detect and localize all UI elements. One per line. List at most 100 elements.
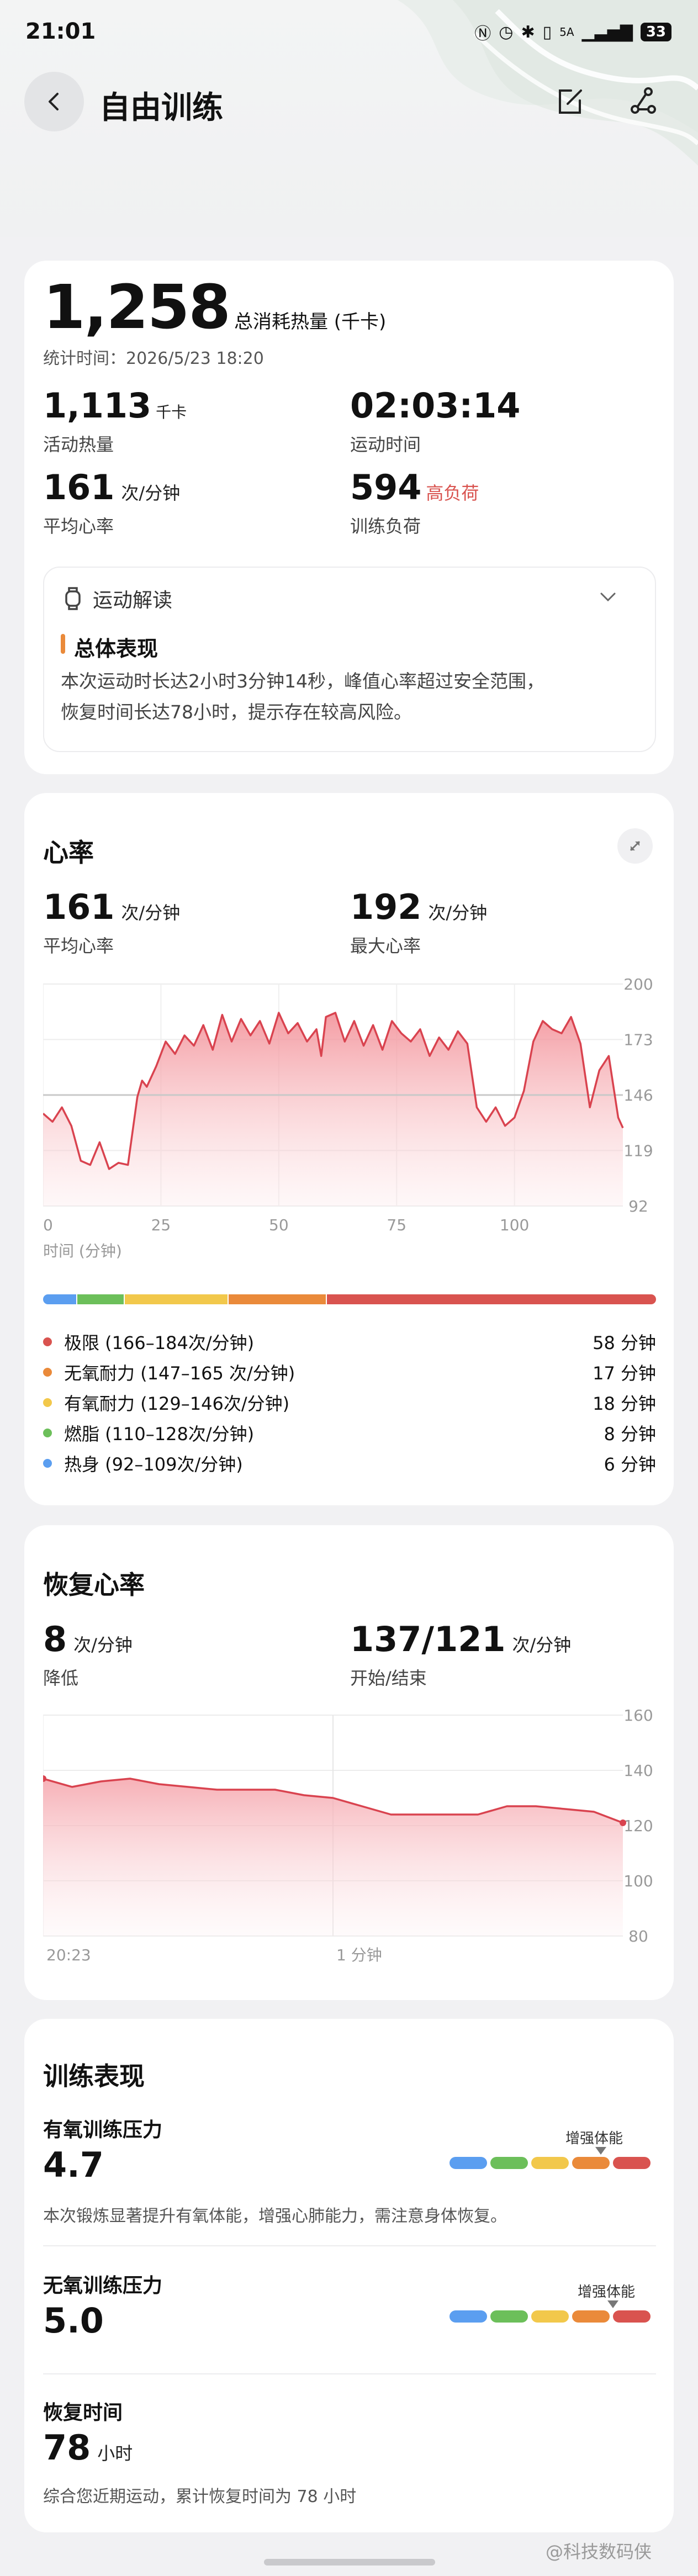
hr-max-unit: 次/分钟 (428, 902, 488, 923)
active-calories-label: 活动热量 (43, 434, 114, 455)
chevron-down-icon[interactable] (600, 592, 616, 603)
zone-bar-aerobic (125, 1294, 228, 1304)
zone-row-fatburn: 燃脂 (110–128次/分钟) 8 分钟 (43, 1417, 656, 1448)
total-calories-label: 总消耗热量 (千卡) (234, 311, 387, 333)
recovery-time: 78 小时 (43, 2427, 133, 2468)
zone-row-warmup: 热身 (92–109次/分钟) 6 分钟 (43, 1448, 656, 1478)
zone-name-fatburn: 燃脂 (110–128次/分钟) (64, 1423, 255, 1445)
hr-y-tick-label: 92 (628, 1197, 648, 1215)
recovery-drop-label: 降低 (43, 1668, 79, 1689)
stat-time: 统计时间：2026/5/23 18:20 (43, 349, 264, 368)
insight-header: 运动解读 (63, 584, 172, 613)
hr-x-tick-label: 75 (387, 1216, 406, 1234)
zone-bar-warmup (43, 1294, 76, 1304)
share-route-button[interactable] (614, 72, 674, 131)
zone-bar-fatburn (77, 1294, 124, 1304)
recovery-drop-value: 8 (43, 1619, 67, 1659)
hr-area (43, 1013, 623, 1206)
anaerobic-scale-5 (613, 2310, 651, 2323)
anaerobic-marker-icon (607, 2300, 618, 2308)
active-calories-value: 1,113 (43, 385, 152, 426)
hr-y-tick-label: 173 (623, 1031, 653, 1049)
hr-y-tick-label: 119 (623, 1142, 653, 1160)
anaerobic-scale-4 (572, 2310, 610, 2323)
training-load: 594 高负荷 (350, 467, 479, 507)
recovery-title: 恢复心率 (43, 1570, 145, 1600)
hr-x-tick-label: 100 (500, 1216, 529, 1234)
hr-x-tick-label: 50 (269, 1216, 289, 1234)
avg-heart-rate-value: 161 (43, 467, 115, 507)
recovery-startend-unit: 次/分钟 (512, 1635, 572, 1655)
training-load-value: 594 (350, 467, 422, 507)
recovery-time-value: 78 (43, 2427, 91, 2468)
anaerobic-scale-3 (531, 2310, 569, 2323)
avg-heart-rate-unit: 次/分钟 (121, 483, 181, 504)
aerobic-scale-2 (490, 2157, 528, 2169)
training-load-label: 训练负荷 (350, 516, 421, 537)
recovery-drop: 8 次/分钟 (43, 1619, 133, 1659)
overall-text-line-1: 本次运动时长达2小时3分钟14秒，峰值心率超过安全范围， (61, 670, 544, 692)
zone-bar-anaerobic (229, 1294, 326, 1304)
active-calories-unit: 千卡 (156, 403, 187, 421)
zone-name-aerobic: 有氧耐力 (129–146次/分钟) (64, 1393, 290, 1414)
zone-value-aerobic: 18 分钟 (593, 1393, 656, 1414)
zone-value-anaerobic: 17 分钟 (593, 1362, 656, 1384)
zone-dot-aerobic (43, 1398, 52, 1407)
overall-title: 总体表现 (74, 637, 158, 661)
insight-panel[interactable]: 运动解读 总体表现 本次运动时长达2小时3分钟14秒，峰值心率超过安全范围， 恢… (43, 567, 656, 752)
rec-y-tick-label: 160 (623, 1710, 653, 1725)
rec-y-tick-label: 80 (628, 1927, 648, 1945)
anaerobic-scale-1 (450, 2310, 487, 2323)
zone-dot-fatburn (43, 1428, 52, 1437)
bluetooth-icon: ✱ (521, 22, 535, 42)
hr-average-value: 161 (43, 887, 115, 927)
divider (43, 2373, 656, 2374)
edit-button[interactable] (540, 72, 600, 131)
overall-text-line-2: 恢复时间长达78小时，提示存在较高风险。 (61, 701, 412, 723)
aerobic-scale-5 (613, 2157, 651, 2169)
back-button[interactable] (24, 72, 84, 131)
nfc-icon: Ⓝ (474, 24, 491, 44)
rec-y-tick-label: 140 (623, 1762, 653, 1780)
divider (43, 2245, 656, 2246)
zone-value-warmup: 6 分钟 (604, 1453, 656, 1475)
aerobic-scale-4 (572, 2157, 610, 2169)
page-title: 自由训练 (99, 90, 223, 126)
performance-title: 训练表现 (43, 2061, 145, 2091)
vibrate-icon: ▯ (542, 22, 552, 42)
aerobic-scale-3 (531, 2157, 569, 2169)
expand-icon (630, 840, 641, 851)
hr-y-tick-label: 146 (623, 1086, 653, 1104)
zone-name-anaerobic: 无氧耐力 (147–165 次/分钟) (64, 1362, 295, 1384)
home-indicator[interactable] (264, 2559, 435, 2566)
duration-value: 02:03:14 (350, 385, 521, 426)
aerobic-scale-1 (450, 2157, 487, 2169)
rec-end-point (620, 1819, 626, 1826)
aerobic-title: 有氧训练压力 (43, 2119, 163, 2141)
recovery-drop-unit: 次/分钟 (73, 1635, 133, 1655)
hr-average-label: 平均心率 (43, 935, 114, 956)
hr-y-tick-label: 200 (623, 978, 653, 993)
battery-icon: 33 (640, 23, 671, 41)
app-header: 自由训练 (0, 72, 698, 133)
anaerobic-scale-2 (490, 2310, 528, 2323)
recovery-time-desc: 综合您近期运动，累计恢复时间为 78 小时 (43, 2487, 357, 2506)
zone-name-extreme: 极限 (166–184次/分钟) (64, 1332, 255, 1353)
duration-label: 运动时间 (350, 434, 421, 455)
duration: 02:03:14 (350, 385, 520, 426)
status-bar: 21:01 Ⓝ ◷ ✱ ▯ 5A ▁▃▅▇ 33 (0, 0, 698, 61)
aerobic-value: 4.7 (43, 2145, 104, 2185)
heart-rate-card: 心率 161 次/分钟 平均心率 192 次/分钟 最大心率 92 119 146 1… (24, 793, 674, 1505)
recovery-startend-label: 开始/结束 (350, 1668, 427, 1689)
recovery-time-title: 恢复时间 (43, 2402, 123, 2424)
active-calories: 1,113 千卡 (43, 385, 187, 426)
overall-text: 本次运动时长达2小时3分钟14秒，峰值心率超过安全范围， 恢复时间长达78小时，… (61, 666, 544, 728)
zone-dot-anaerobic (43, 1367, 52, 1377)
recovery-time-unit: 小时 (97, 2443, 133, 2464)
total-calories-row: 1,258 总消耗热量 (千卡) (43, 272, 386, 342)
hr-average: 161 次/分钟 (43, 887, 180, 927)
expand-button[interactable] (617, 828, 653, 864)
zone-dot-warmup (43, 1458, 52, 1468)
heart-rate-title: 心率 (43, 838, 94, 868)
status-time: 21:01 (25, 19, 96, 44)
